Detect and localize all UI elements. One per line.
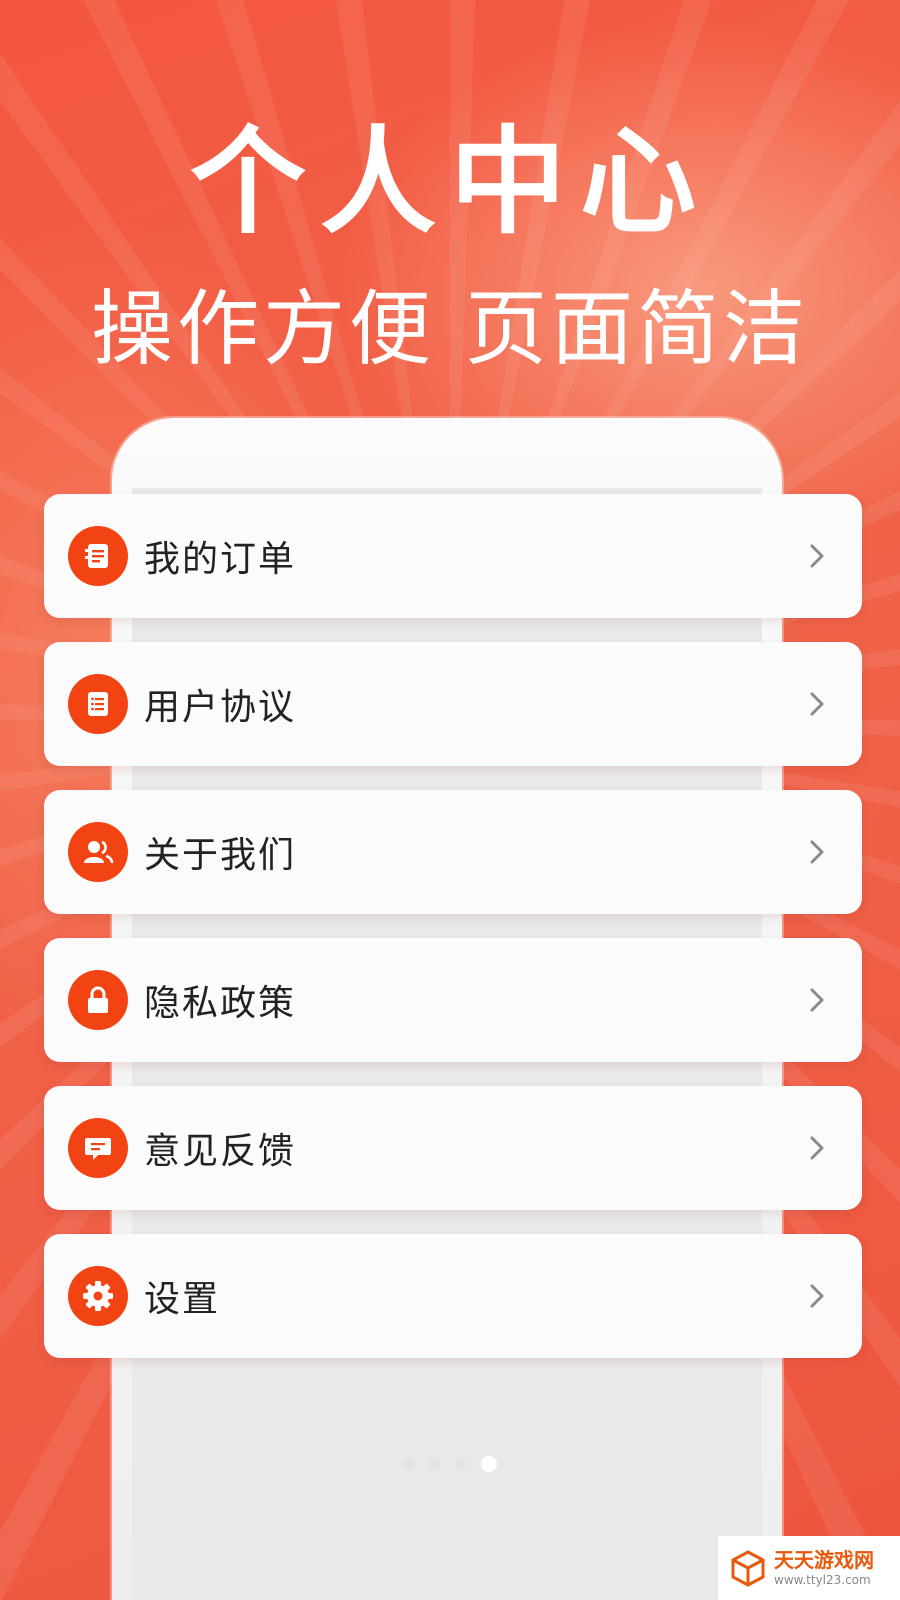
cube-logo-icon xyxy=(731,1550,765,1587)
page-subtitle: 操作方便 页面简洁 xyxy=(90,282,810,377)
menu-item-label: 隐私政策 xyxy=(144,983,297,1024)
menu-list: 我的订单 用户协议 关于我们 隐私政策 意见反馈 设置 xyxy=(44,494,862,1382)
menu-item-user-agreement[interactable]: 用户协议 xyxy=(44,642,862,766)
watermark-url: www.ttyl23.com xyxy=(774,1573,871,1587)
menu-item-label: 意见反馈 xyxy=(144,1131,297,1172)
chevron-right-icon xyxy=(810,544,824,568)
menu-item-privacy-policy[interactable]: 隐私政策 xyxy=(44,938,862,1062)
page-dot[interactable] xyxy=(403,1458,415,1470)
gear-icon xyxy=(68,1266,128,1326)
menu-item-feedback[interactable]: 意见反馈 xyxy=(44,1086,862,1210)
watermark-title: 天天游戏网 xyxy=(774,1548,874,1572)
menu-item-orders[interactable]: 我的订单 xyxy=(44,494,862,618)
menu-item-label: 设置 xyxy=(144,1279,221,1320)
menu-item-label: 关于我们 xyxy=(144,835,297,876)
page-title: 个人中心 xyxy=(190,115,710,250)
chevron-right-icon xyxy=(810,1136,824,1160)
chevron-right-icon xyxy=(810,840,824,864)
page-dot[interactable] xyxy=(429,1458,441,1470)
lock-icon xyxy=(68,970,128,1030)
page-dot[interactable] xyxy=(455,1458,467,1470)
chevron-right-icon xyxy=(810,692,824,716)
agreement-list-icon xyxy=(68,674,128,734)
menu-item-about-us[interactable]: 关于我们 xyxy=(44,790,862,914)
page-indicator xyxy=(0,1456,900,1472)
order-list-icon xyxy=(68,526,128,586)
menu-item-settings[interactable]: 设置 xyxy=(44,1234,862,1358)
watermark: 天天游戏网 www.ttyl23.com xyxy=(718,1536,900,1600)
users-icon xyxy=(68,822,128,882)
menu-item-label: 用户协议 xyxy=(144,687,297,728)
message-icon xyxy=(68,1118,128,1178)
page-dot-active[interactable] xyxy=(481,1456,497,1472)
menu-item-label: 我的订单 xyxy=(144,539,297,580)
chevron-right-icon xyxy=(810,1284,824,1308)
chevron-right-icon xyxy=(810,988,824,1012)
